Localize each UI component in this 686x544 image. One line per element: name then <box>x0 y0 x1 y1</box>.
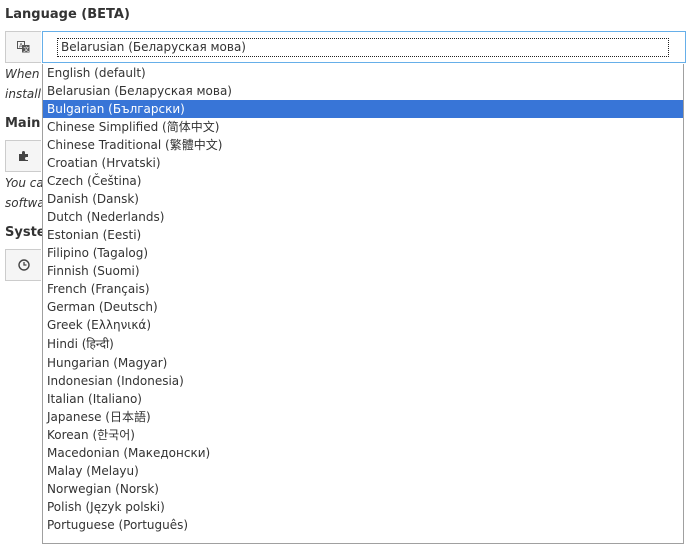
svg-text:文: 文 <box>23 46 29 54</box>
language-option[interactable]: Italian (Italiano) <box>43 390 683 408</box>
language-option[interactable]: Malay (Melayu) <box>43 462 683 480</box>
language-option[interactable]: Danish (Dansk) <box>43 190 683 208</box>
main-addon <box>5 140 41 172</box>
language-help-line-1: When <box>5 67 40 81</box>
language-help-line-2: install <box>5 87 41 101</box>
language-select-value: Belarusian (Беларуская мова) <box>57 38 669 57</box>
language-option[interactable]: Hungarian (Magyar) <box>43 354 683 372</box>
language-label: Language (BETA) <box>5 7 130 22</box>
language-option[interactable]: Bulgarian (Български) <box>43 100 683 118</box>
language-option[interactable]: Czech (Čeština) <box>43 172 683 190</box>
language-select[interactable]: Belarusian (Беларуская мова) <box>42 31 686 63</box>
language-option[interactable]: Hindi (हिन्दी) <box>43 334 683 354</box>
language-option[interactable]: Indonesian (Indonesia) <box>43 372 683 390</box>
language-option[interactable]: Polish (Język polski) <box>43 498 683 516</box>
language-option[interactable]: Greek (Ελληνικά) <box>43 316 683 334</box>
language-option[interactable]: Macedonian (Македонски) <box>43 444 683 462</box>
language-option[interactable]: Korean (한국어) <box>43 426 683 444</box>
language-option[interactable]: French (Français) <box>43 280 683 298</box>
language-dropdown-list[interactable]: English (default) Belarusian (Беларуская … <box>42 64 684 544</box>
language-option[interactable]: Belarusian (Беларуская мова) <box>43 82 683 100</box>
language-option[interactable]: English (default) <box>43 64 683 82</box>
main-help-line-1: You ca <box>5 176 44 190</box>
language-option[interactable]: Finnish (Suomi) <box>43 262 683 280</box>
language-option[interactable]: German (Deutsch) <box>43 298 683 316</box>
language-option[interactable]: Norwegian (Norsk) <box>43 480 683 498</box>
main-label: Main <box>5 116 41 131</box>
language-addon: A 文 <box>5 31 41 63</box>
language-option[interactable]: Chinese Traditional (繁體中文) <box>43 136 683 154</box>
clock-icon <box>17 259 30 271</box>
language-option[interactable]: Japanese (日本語) <box>43 408 683 426</box>
translate-icon: A 文 <box>17 41 30 53</box>
main-help-line-2: softwa <box>5 196 45 210</box>
system-addon <box>5 249 41 281</box>
language-option[interactable]: Dutch (Nederlands) <box>43 208 683 226</box>
language-option[interactable]: Filipino (Tagalog) <box>43 244 683 262</box>
language-option[interactable]: Portuguese (Português) <box>43 516 683 534</box>
language-option[interactable]: Chinese Simplified (简体中文) <box>43 118 683 136</box>
language-option[interactable]: Croatian (Hrvatski) <box>43 154 683 172</box>
puzzle-icon <box>18 151 28 161</box>
language-option[interactable]: Estonian (Eesti) <box>43 226 683 244</box>
